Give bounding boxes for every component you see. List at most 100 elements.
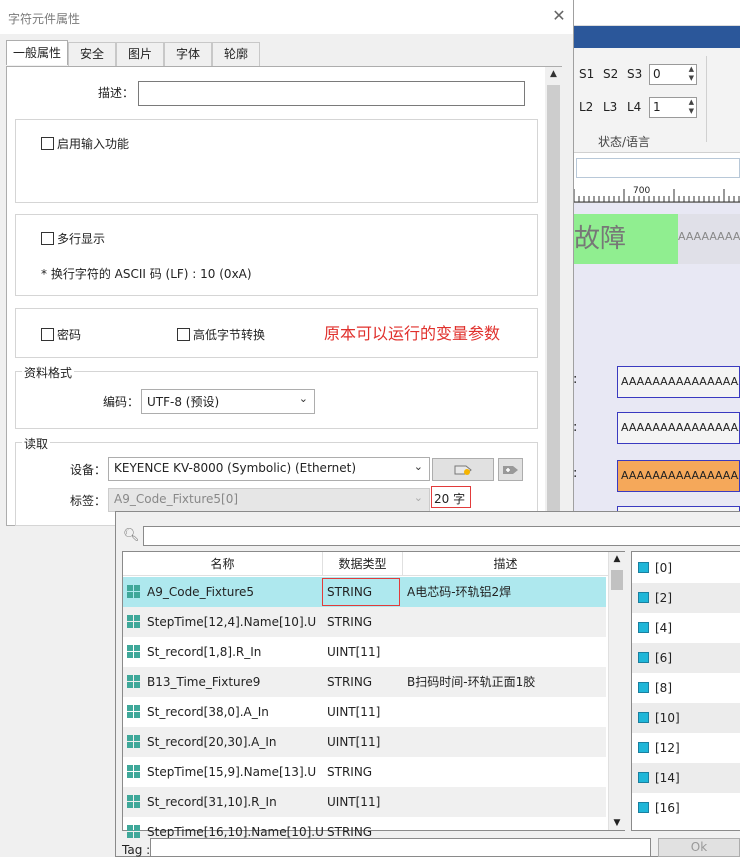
tab-picture[interactable]: 图片 [116, 42, 164, 66]
ruler-ticks: 700 [572, 186, 740, 203]
tag-input-label: Tag : [122, 843, 151, 857]
panel-scrollbar[interactable]: ▲ [545, 67, 562, 525]
cell-name: St_record[31,10].R_In [147, 795, 277, 809]
lang-l3-label[interactable]: L3 [603, 100, 617, 114]
chevron-down-icon[interactable]: ⌄ [414, 491, 423, 504]
cell-description: B扫码时间-环轨正面1胶 [407, 675, 536, 689]
tab-outline[interactable]: 轮廓 [212, 42, 260, 66]
length-field[interactable]: 20 字 [431, 486, 471, 508]
table-scrollbar[interactable]: ▲ ▼ [608, 552, 625, 830]
ok-button[interactable]: Ok [658, 838, 740, 857]
tab-font[interactable]: 字体 [164, 42, 212, 66]
array-element-icon [638, 622, 649, 633]
add-tag-button[interactable] [498, 458, 523, 481]
fault-text-element[interactable]: 故障 [572, 214, 678, 264]
table-row[interactable]: St_record[38,0].A_In UINT[11] [123, 697, 606, 727]
dialog-title: 字符元件属性 [8, 12, 81, 26]
list-item[interactable]: [10] [632, 703, 740, 733]
column-header-description[interactable]: 描述 [403, 552, 608, 576]
list-item[interactable]: [2] [632, 583, 740, 613]
list-item[interactable]: [12] [632, 733, 740, 763]
scrollbar-thumb[interactable] [611, 570, 623, 590]
checkbox-icon[interactable] [41, 328, 54, 341]
state-s1-label[interactable]: S1 [579, 67, 594, 81]
encoding-select[interactable]: UTF-8 (预设) ⌄ [141, 389, 315, 414]
byte-swap-checkbox[interactable]: 高低字节转换 [177, 326, 265, 343]
ribbon-top [572, 0, 740, 26]
canvas-string-field[interactable]: AAAAAAAAAAAAAAAAAA [617, 366, 740, 398]
encoding-value: UTF-8 (预设) [147, 395, 220, 409]
tag-grid-icon [127, 765, 140, 778]
checkbox-icon[interactable] [41, 232, 54, 245]
scroll-up-icon[interactable]: ▲ [545, 69, 562, 83]
lang-l4-label[interactable]: L4 [627, 100, 641, 114]
ruler-input[interactable] [576, 158, 740, 178]
list-item[interactable]: [0] [632, 553, 740, 583]
tab-general[interactable]: 一般属性 [6, 40, 68, 65]
cell-name: A9_Code_Fixture5 [147, 585, 255, 599]
column-header-name[interactable]: 名称 [123, 552, 323, 576]
table-row[interactable]: StepTime[15,9].Name[13].U STRING [123, 757, 606, 787]
tag-input[interactable] [150, 838, 651, 857]
cell-name: St_record[38,0].A_In [147, 705, 269, 719]
multiline-checkbox[interactable]: 多行显示 [41, 230, 105, 247]
array-element-icon [638, 742, 649, 753]
index-label: [14] [655, 771, 680, 785]
cell-description [407, 607, 605, 637]
spinner-arrows-icon[interactable]: ▲ ▼ [689, 98, 694, 116]
state-s3-label[interactable]: S3 [627, 67, 642, 81]
list-item[interactable]: [6] [632, 643, 740, 673]
password-checkbox[interactable]: 密码 [41, 326, 81, 343]
byte-swap-label: 高低字节转换 [193, 328, 266, 342]
canvas-string-field-selected[interactable]: AAAAAAAAAAAAAAAAAA [617, 460, 740, 492]
list-item[interactable]: [4] [632, 613, 740, 643]
cell-name: B13_Time_Fixture9 [147, 675, 261, 689]
scroll-up-icon[interactable]: ▲ [609, 554, 625, 564]
chevron-down-icon[interactable]: ⌄ [299, 392, 308, 405]
tag-grid-icon [127, 615, 140, 628]
array-element-icon [638, 592, 649, 603]
array-element-icon [638, 652, 649, 663]
table-row[interactable]: St_record[31,10].R_In UINT[11] [123, 787, 606, 817]
chevron-down-icon[interactable]: ⌄ [414, 460, 423, 473]
canvas-string-field[interactable]: AAAAAAAAAAAAAAAAAA [617, 412, 740, 444]
scrollbar-thumb[interactable] [547, 85, 560, 525]
checkbox-icon[interactable] [41, 137, 54, 150]
list-item[interactable]: [8] [632, 673, 740, 703]
device-value: KEYENCE KV-8000 (Symbolic) (Ethernet) [114, 461, 357, 475]
tag-select[interactable]: A9_Code_Fixture5[0] ⌄ [108, 488, 430, 512]
enable-input-checkbox[interactable]: 启用输入功能 [41, 135, 129, 152]
description-input[interactable] [138, 81, 525, 106]
ruler-label: 700 [633, 186, 650, 196]
checkbox-icon[interactable] [177, 328, 190, 341]
table-row[interactable]: StepTime[12,4].Name[10].U STRING [123, 607, 606, 637]
table-row[interactable]: St_record[20,30].A_In UINT[11] [123, 727, 606, 757]
fault-placeholder-element[interactable]: AAAAAAAA [678, 214, 740, 264]
cell-type: UINT[11] [327, 705, 381, 719]
close-icon[interactable]: ✕ [549, 6, 569, 26]
list-item[interactable]: [14] [632, 763, 740, 793]
state-s2-label[interactable]: S2 [603, 67, 618, 81]
array-element-icon [638, 682, 649, 693]
description-label: 描述： [98, 86, 135, 100]
cell-type: STRING [327, 615, 373, 629]
tag-grid-icon [127, 675, 140, 688]
list-item[interactable]: [16] [632, 793, 740, 823]
index-label: [2] [655, 591, 672, 605]
tag-search-input[interactable] [143, 526, 740, 546]
table-row[interactable]: A9_Code_Fixture5 STRING A电芯码-环轨铝2焊 [123, 577, 606, 607]
tag-browse-button[interactable] [432, 458, 494, 481]
spinner-arrows-icon[interactable]: ▲ ▼ [689, 65, 694, 83]
language-spinner[interactable]: 1 ▲ ▼ [649, 97, 697, 118]
table-row[interactable]: St_record[1,8].R_In UINT[11] [123, 637, 606, 667]
data-format-label: 资料格式 [22, 364, 75, 381]
tab-security[interactable]: 安全 [68, 42, 116, 66]
column-header-type[interactable]: 数据类型 [323, 552, 403, 576]
index-label: [12] [655, 741, 680, 755]
table-row[interactable]: B13_Time_Fixture9 STRING B扫码时间-环轨正面1胶 [123, 667, 606, 697]
device-label: 设备： [70, 463, 107, 477]
scroll-down-icon[interactable]: ▼ [609, 818, 625, 828]
device-select[interactable]: KEYENCE KV-8000 (Symbolic) (Ethernet) ⌄ [108, 457, 430, 481]
lang-l2-label[interactable]: L2 [579, 100, 593, 114]
state-spinner[interactable]: 0 ▲ ▼ [649, 64, 697, 85]
